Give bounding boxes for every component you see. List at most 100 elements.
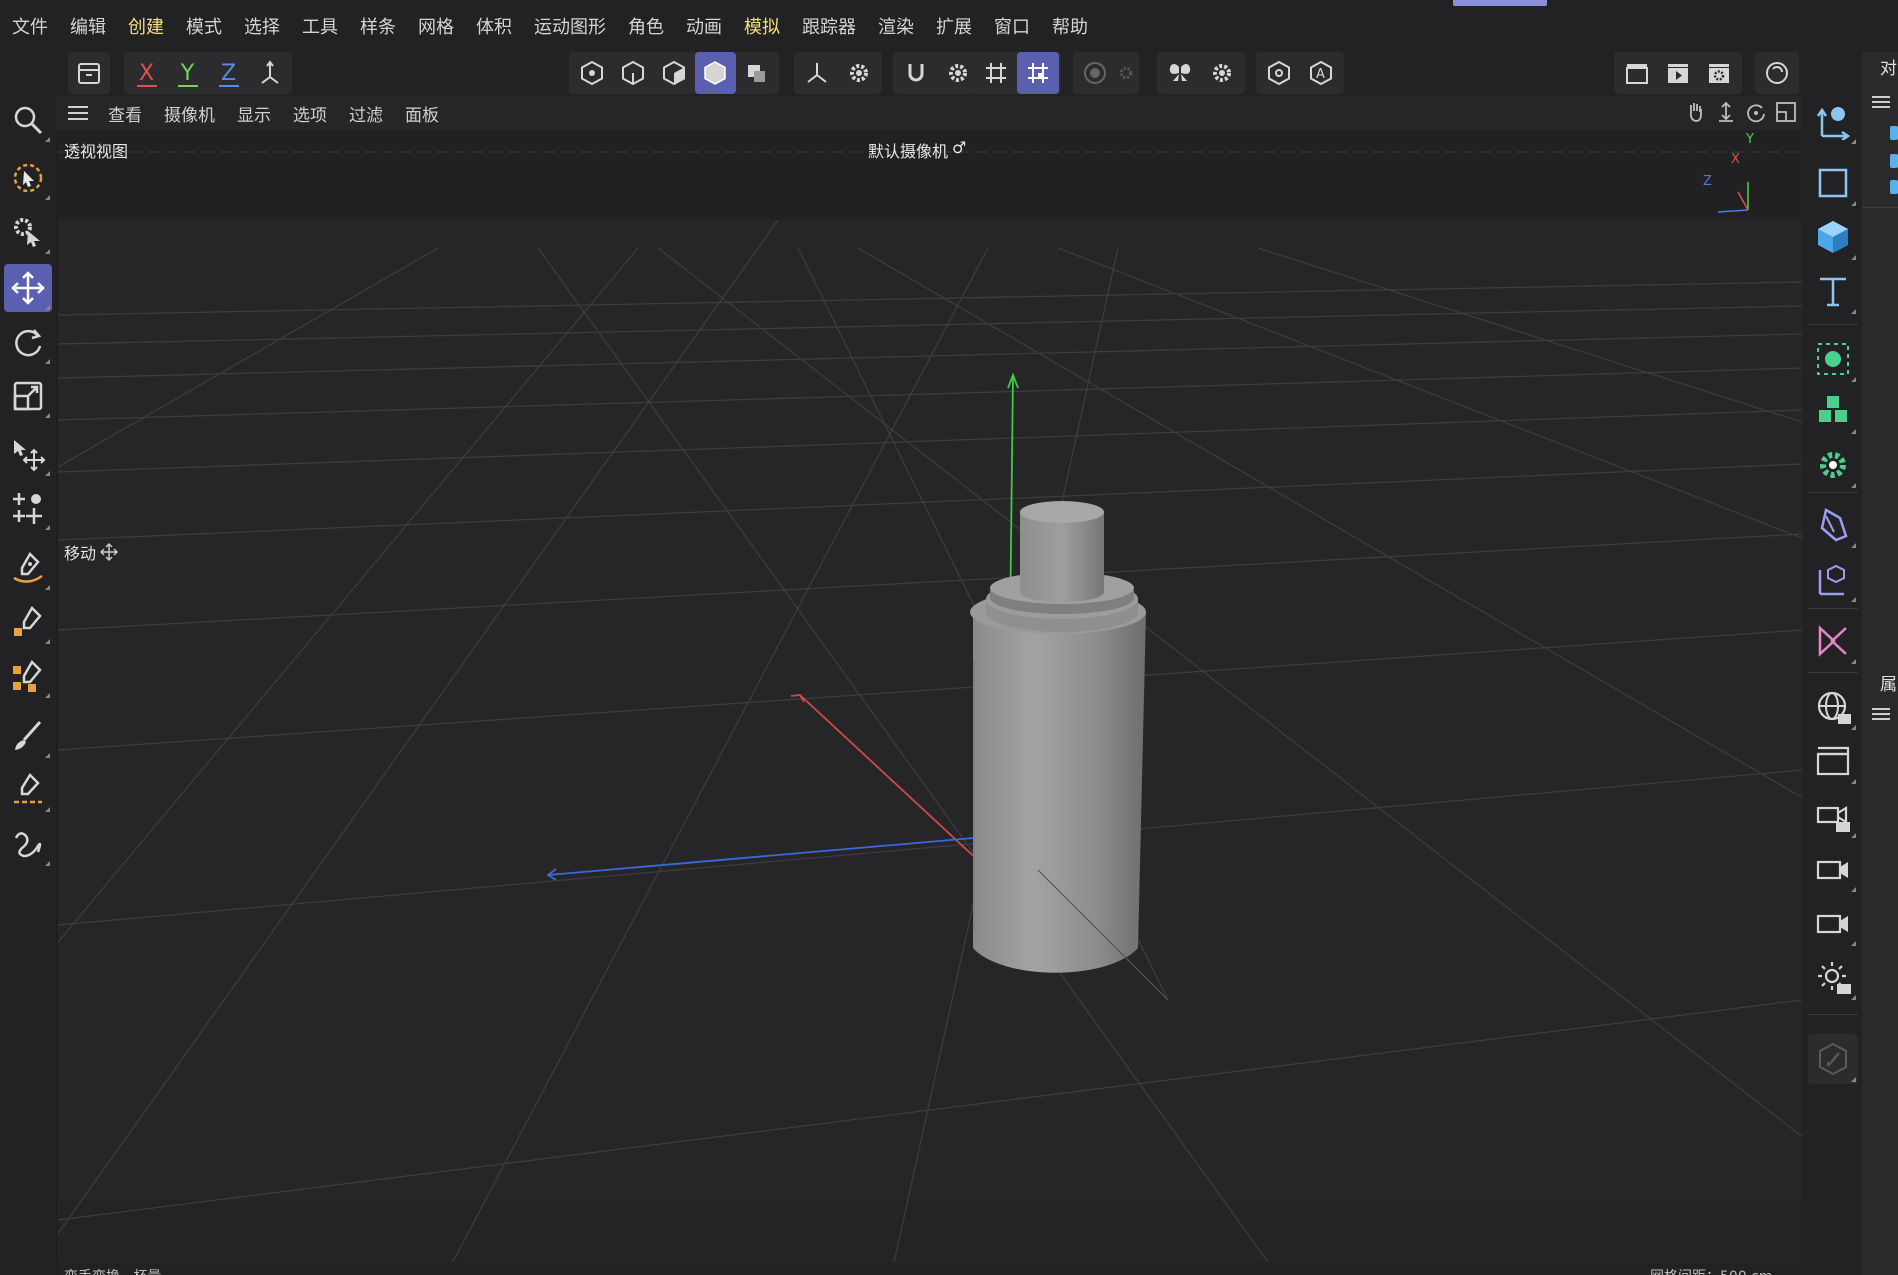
render-view-button[interactable]	[1616, 52, 1657, 94]
gizmo-x-label: X	[1731, 152, 1740, 167]
axis-mode-button[interactable]	[796, 52, 838, 94]
pen-spline-tool[interactable]	[4, 544, 52, 592]
palette-divider	[1808, 672, 1858, 673]
brush-tool[interactable]	[4, 712, 52, 760]
viewport-menu-panel[interactable]: 面板	[405, 101, 439, 126]
spline-pen-tool[interactable]	[4, 766, 52, 814]
lock-y-axis-button[interactable]: Y	[167, 52, 208, 94]
menu-volume[interactable]: 体积	[476, 13, 512, 39]
text-object-button[interactable]	[1808, 266, 1858, 316]
history-button[interactable]	[70, 52, 108, 94]
deformer-button[interactable]	[1808, 500, 1858, 550]
null-object-button[interactable]	[1808, 96, 1858, 146]
hamburger-icon[interactable]	[1870, 706, 1892, 722]
hamburger-icon[interactable]	[1870, 94, 1892, 110]
objects-tab[interactable]: 对	[1880, 54, 1897, 79]
axis-settings-button[interactable]	[838, 52, 880, 94]
search-button[interactable]	[4, 96, 52, 144]
fracture-button[interactable]	[1808, 386, 1858, 436]
transfer-tool[interactable]	[4, 430, 52, 478]
field-button[interactable]	[1808, 554, 1858, 604]
menu-window[interactable]: 窗口	[994, 13, 1030, 39]
camera-button[interactable]	[1808, 844, 1858, 894]
attributes-tab[interactable]: 属	[1880, 670, 1897, 695]
menu-edit[interactable]: 编辑	[70, 13, 106, 39]
menu-simulate[interactable]: 模拟	[744, 13, 780, 39]
menu-mesh[interactable]: 网格	[418, 13, 454, 39]
tree-object-marker[interactable]	[1890, 180, 1898, 194]
viewport-menu-view[interactable]: 查看	[108, 101, 142, 126]
effector-button[interactable]	[1808, 440, 1858, 490]
menu-animate[interactable]: 动画	[686, 13, 722, 39]
menu-tools[interactable]: 工具	[302, 13, 338, 39]
volume-button[interactable]	[1808, 616, 1858, 666]
rotate-tool[interactable]	[4, 318, 52, 366]
light-button[interactable]	[1808, 952, 1858, 1002]
workplane-button[interactable]	[975, 52, 1017, 94]
model-mode-button[interactable]	[694, 52, 736, 94]
menu-spline[interactable]: 样条	[360, 13, 396, 39]
menu-file[interactable]: 文件	[12, 13, 48, 39]
snap-button[interactable]	[895, 52, 937, 94]
lock-z-axis-button[interactable]: Z	[208, 52, 249, 94]
cube-object-button[interactable]	[1808, 212, 1858, 262]
solo-button[interactable]	[1075, 52, 1115, 94]
target-camera-button[interactable]	[1808, 898, 1858, 948]
tree-object-marker[interactable]	[1890, 126, 1898, 140]
viewport-menu-display[interactable]: 显示	[237, 101, 271, 126]
solo-settings-button[interactable]	[1115, 52, 1137, 94]
dolly-icon[interactable]	[1714, 100, 1738, 124]
render-picture-viewer-button[interactable]	[1657, 52, 1698, 94]
orbit-icon[interactable]	[1744, 100, 1768, 124]
viewport-menu-options[interactable]: 选项	[293, 101, 327, 126]
edit-disabled-button[interactable]	[1808, 1034, 1858, 1084]
render-settings-button[interactable]	[1699, 52, 1740, 94]
spline-arc-tool[interactable]	[4, 820, 52, 868]
maximize-view-icon[interactable]	[1774, 100, 1798, 124]
edges-mode-button[interactable]	[612, 52, 653, 94]
uv-mode-button[interactable]	[736, 52, 777, 94]
z-axis-handle[interactable]	[547, 834, 1009, 876]
lock-x-axis-button[interactable]: X	[126, 52, 167, 94]
grid-snap-button[interactable]	[1017, 52, 1059, 94]
texture-mode-icon	[748, 65, 766, 82]
points-mode-button[interactable]	[571, 52, 612, 94]
menu-tracker[interactable]: 跟踪器	[802, 13, 856, 39]
coordinate-system-button[interactable]	[249, 52, 290, 94]
sky-button[interactable]	[1808, 682, 1858, 732]
hamburger-icon[interactable]	[64, 99, 92, 127]
3d-viewport[interactable]: 透视视图 默认摄像机 ♂ Y X Z 移动	[58, 130, 1802, 1275]
menu-extensions[interactable]: 扩展	[936, 13, 972, 39]
spline-smooth-tool[interactable]	[4, 652, 52, 700]
tree-object-marker[interactable]	[1890, 154, 1898, 168]
selection-settings-tool[interactable]	[4, 208, 52, 256]
symmetry-button[interactable]	[1159, 52, 1201, 94]
move-tool[interactable]	[4, 264, 52, 312]
menu-create[interactable]: 创建	[128, 13, 164, 39]
plane-object-button[interactable]	[1808, 158, 1858, 208]
menu-mode[interactable]: 模式	[186, 13, 222, 39]
camera-name-label[interactable]: 默认摄像机 ♂	[868, 138, 966, 162]
menu-select[interactable]: 选择	[244, 13, 280, 39]
menu-mograph[interactable]: 运动图形	[534, 13, 606, 39]
view-toggle-button[interactable]	[1258, 52, 1300, 94]
scale-tool[interactable]	[4, 372, 52, 420]
menu-character[interactable]: 角色	[628, 13, 664, 39]
render-button[interactable]	[1808, 736, 1858, 786]
cloner-button[interactable]	[1808, 334, 1858, 384]
camera-st-button[interactable]	[1808, 790, 1858, 840]
multi-transform-tool[interactable]	[4, 484, 52, 532]
sync-button[interactable]	[1757, 52, 1797, 94]
auto-button[interactable]: A	[1300, 52, 1342, 94]
menu-render[interactable]: 渲染	[878, 13, 914, 39]
polygons-mode-button[interactable]	[653, 52, 694, 94]
symmetry-settings-button[interactable]	[1201, 52, 1243, 94]
viewport-menu-filter[interactable]: 过滤	[349, 101, 383, 126]
axis-cube-icon	[1818, 564, 1845, 596]
axis-y-label: Y	[180, 60, 195, 86]
live-select-tool[interactable]	[4, 154, 52, 202]
menu-help[interactable]: 帮助	[1052, 13, 1088, 39]
viewport-menu-cameras[interactable]: 摄像机	[164, 101, 215, 126]
pan-hand-icon[interactable]	[1684, 100, 1708, 124]
sketch-spline-tool[interactable]	[4, 598, 52, 646]
